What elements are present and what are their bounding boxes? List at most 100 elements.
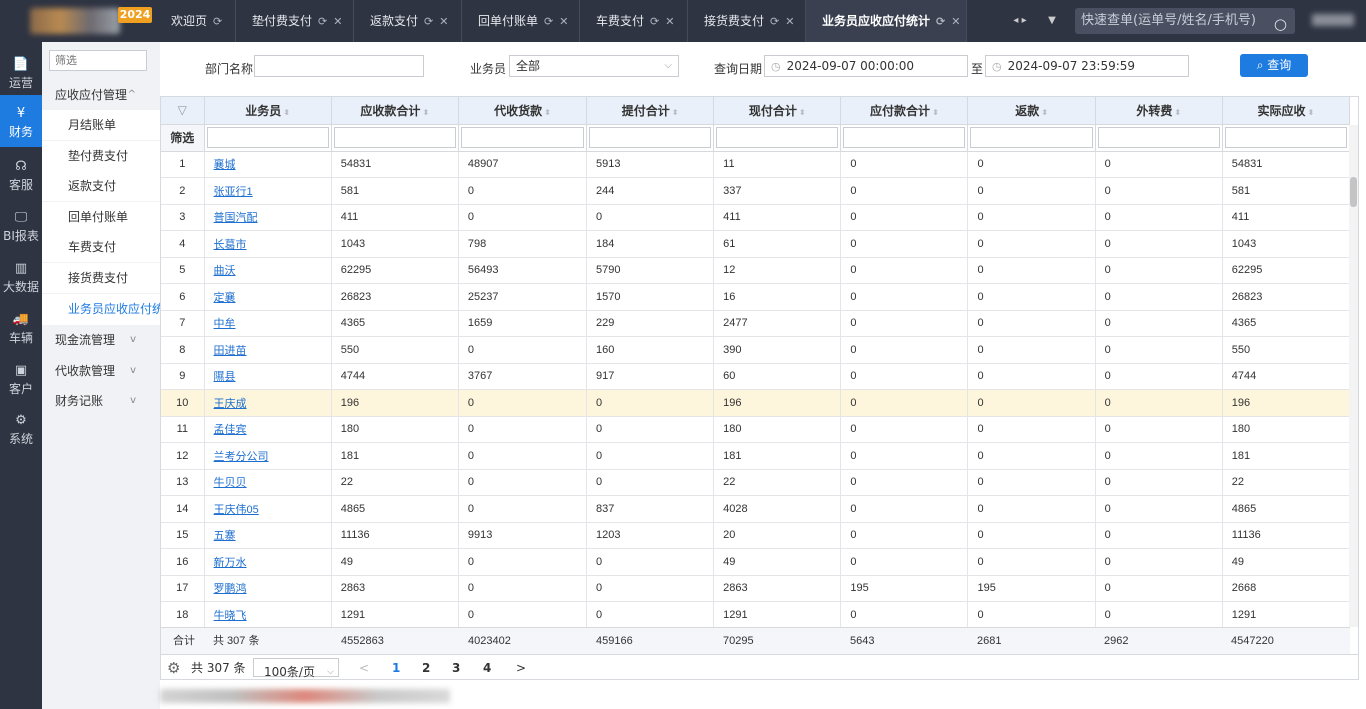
close-icon[interactable]: ✕ bbox=[665, 15, 674, 28]
sort-icon[interactable]: ⬍ bbox=[1174, 108, 1181, 117]
column-filter-input[interactable] bbox=[1224, 127, 1347, 148]
column-filter-input[interactable] bbox=[970, 127, 1093, 148]
page-size-select[interactable]: 100条/页 ⌵ bbox=[253, 658, 339, 679]
menu-item-pickup-fee[interactable]: 接货费支付 bbox=[42, 263, 160, 293]
staff-link[interactable]: 曲沃 bbox=[214, 265, 236, 277]
close-icon[interactable]: ✕ bbox=[951, 15, 960, 28]
refresh-icon[interactable]: ⟳ bbox=[650, 15, 659, 28]
menu-item-monthly-bill[interactable]: 月结账单 bbox=[42, 110, 160, 140]
nav-big-data[interactable]: ▥ 大数据 bbox=[0, 254, 42, 304]
pager-page-1[interactable]: 1 bbox=[392, 655, 400, 679]
nav-finance[interactable]: ¥ 财务 bbox=[0, 95, 42, 147]
sort-icon[interactable]: ⬍ bbox=[1308, 108, 1315, 117]
sort-icon[interactable]: ⬍ bbox=[672, 108, 679, 117]
col-header-cash-paid[interactable]: 现付合计 ⬍ bbox=[713, 97, 842, 125]
refresh-icon[interactable]: ⟳ bbox=[544, 15, 553, 28]
table-row[interactable]: 14 王庆伟05 4865 0 837 4028 0 0 0 4865 bbox=[161, 495, 1351, 523]
tab-staff-stats[interactable]: 业务员应收应付统计 ⟳ ✕ bbox=[806, 0, 967, 42]
staff-select[interactable]: 全部 ⌵ bbox=[509, 55, 679, 77]
staff-link[interactable]: 定襄 bbox=[214, 292, 236, 304]
table-row[interactable]: 8 田进苗 550 0 160 390 0 0 0 550 bbox=[161, 336, 1351, 364]
table-row[interactable]: 9 隰县 4744 3767 917 60 0 0 0 4744 bbox=[161, 363, 1351, 390]
tab-dropdown-icon[interactable]: ▼ bbox=[1040, 0, 1064, 42]
pager-next-button[interactable]: > bbox=[516, 655, 526, 679]
refresh-icon[interactable]: ⟳ bbox=[936, 15, 945, 28]
staff-link[interactable]: 罗鹏鸿 bbox=[214, 583, 247, 595]
table-row[interactable]: 13 牛贝贝 22 0 0 22 0 0 0 22 bbox=[161, 469, 1351, 496]
menu-item-rebate-payment[interactable]: 返款支付 bbox=[42, 171, 160, 201]
col-header-receivable-total[interactable]: 应收款合计 ⬍ bbox=[331, 97, 459, 125]
staff-link[interactable]: 隰县 bbox=[214, 371, 236, 383]
quick-search-input[interactable]: 快速查单(运单号/姓名/手机号) ○ bbox=[1075, 8, 1295, 34]
nav-operations[interactable]: 📄 运营 bbox=[0, 50, 42, 100]
tab-welcome[interactable]: 欢迎页 ⟳ bbox=[155, 0, 236, 42]
col-header-cod[interactable]: 代收货款 ⬍ bbox=[458, 97, 588, 125]
refresh-icon[interactable]: ⟳ bbox=[318, 15, 327, 28]
col-header-payable-total[interactable]: 应付款合计 ⬍ bbox=[840, 97, 969, 125]
column-filter-input[interactable] bbox=[333, 127, 456, 148]
menu-group-cod[interactable]: 代收款管理 v bbox=[42, 356, 160, 386]
col-header-staff[interactable]: 业务员 ⬍ bbox=[204, 97, 332, 125]
staff-link[interactable]: 新万水 bbox=[214, 557, 247, 569]
sort-icon[interactable]: ⬍ bbox=[932, 108, 939, 117]
menu-item-advance-payment[interactable]: 垫付费支付 bbox=[42, 141, 160, 171]
date-from-input[interactable]: ◷ 2024-09-07 00:00:00 bbox=[764, 55, 968, 77]
table-row[interactable]: 2 张亚行1 581 0 244 337 0 0 0 581 bbox=[161, 177, 1351, 205]
table-row[interactable]: 15 五寨 11136 9913 1203 20 0 0 0 11136 bbox=[161, 522, 1351, 549]
filter-toggle-icon[interactable]: ▽ bbox=[161, 97, 205, 125]
close-icon[interactable]: ✕ bbox=[559, 15, 568, 28]
table-row[interactable]: 7 中牟 4365 1659 229 2477 0 0 0 4365 bbox=[161, 310, 1351, 337]
tab-pickup-fee[interactable]: 接货费支付 ⟳ ✕ bbox=[688, 0, 806, 42]
staff-link[interactable]: 普国汽配 bbox=[214, 212, 258, 224]
column-filter-input[interactable] bbox=[716, 127, 839, 148]
staff-link[interactable]: 孟佳宾 bbox=[214, 424, 247, 436]
close-icon[interactable]: ✕ bbox=[439, 15, 448, 28]
tab-advance-payment[interactable]: 垫付费支付 ⟳ ✕ bbox=[236, 0, 354, 42]
staff-link[interactable]: 牛贝贝 bbox=[214, 477, 247, 489]
tab-scroll-arrows[interactable]: ◂ ▸ bbox=[1005, 0, 1035, 42]
staff-link[interactable]: 中牟 bbox=[214, 318, 236, 330]
table-row[interactable]: 6 定襄 26823 25237 1570 16 0 0 0 26823 bbox=[161, 283, 1351, 311]
table-row[interactable]: 10 王庆成 196 0 0 196 0 0 0 196 bbox=[161, 389, 1351, 417]
sort-icon[interactable]: ⬍ bbox=[1041, 108, 1048, 117]
column-filter-input[interactable] bbox=[206, 127, 329, 148]
col-header-actual-receivable[interactable]: 实际应收 ⬍ bbox=[1222, 97, 1351, 125]
search-icon[interactable]: ○ bbox=[1274, 11, 1287, 37]
refresh-icon[interactable]: ⟳ bbox=[213, 15, 222, 28]
dept-input[interactable] bbox=[254, 55, 424, 77]
nav-system[interactable]: ⚙ 系统 bbox=[0, 406, 42, 456]
staff-link[interactable]: 田进苗 bbox=[214, 345, 247, 357]
scrollbar-thumb[interactable] bbox=[1350, 177, 1357, 207]
table-row[interactable]: 17 罗鹏鸿 2863 0 0 2863 195 195 0 2668 bbox=[161, 575, 1351, 602]
staff-link[interactable]: 张亚行1 bbox=[214, 186, 253, 198]
menu-group-bookkeeping[interactable]: 财务记账 v bbox=[42, 386, 160, 416]
menu-item-freight-payment[interactable]: 车费支付 bbox=[42, 232, 160, 262]
query-button[interactable]: ⌕ 查询 bbox=[1240, 54, 1308, 77]
column-filter-input[interactable] bbox=[1097, 127, 1220, 148]
tab-rebate-payment[interactable]: 返款支付 ⟳ ✕ bbox=[354, 0, 462, 42]
close-icon[interactable]: ✕ bbox=[785, 15, 794, 28]
staff-link[interactable]: 王庆伟05 bbox=[214, 504, 259, 516]
sort-icon[interactable]: ⬍ bbox=[544, 108, 551, 117]
column-filter-input[interactable] bbox=[843, 127, 966, 148]
staff-link[interactable]: 长葛市 bbox=[214, 239, 247, 251]
col-header-rebate[interactable]: 返款 ⬍ bbox=[967, 97, 1096, 125]
staff-link[interactable]: 襄城 bbox=[214, 159, 236, 171]
table-row[interactable]: 3 普国汽配 411 0 0 411 0 0 0 411 bbox=[161, 204, 1351, 231]
refresh-icon[interactable]: ⟳ bbox=[770, 15, 779, 28]
col-header-transfer-fee[interactable]: 外转费 ⬍ bbox=[1095, 97, 1223, 125]
menu-filter-input[interactable] bbox=[49, 50, 147, 71]
column-filter-input[interactable] bbox=[460, 127, 585, 148]
nav-customer[interactable]: ▣ 客户 bbox=[0, 356, 42, 406]
table-row[interactable]: 11 孟佳宾 180 0 0 180 0 0 0 180 bbox=[161, 416, 1351, 443]
pager-page-3[interactable]: 3 bbox=[452, 655, 460, 679]
pager-page-2[interactable]: 2 bbox=[422, 655, 430, 679]
refresh-icon[interactable]: ⟳ bbox=[424, 15, 433, 28]
staff-link[interactable]: 兰考分公司 bbox=[214, 451, 269, 463]
vertical-scrollbar[interactable] bbox=[1349, 125, 1358, 627]
staff-link[interactable]: 五寨 bbox=[214, 530, 236, 542]
staff-link[interactable]: 牛晓飞 bbox=[214, 610, 247, 622]
menu-item-staff-stats[interactable]: 业务员应收应付统计 bbox=[42, 294, 160, 325]
col-header-pay-on-delivery[interactable]: 提付合计 ⬍ bbox=[586, 97, 715, 125]
menu-group-ar-ap[interactable]: 应收应付管理 ^ bbox=[42, 80, 160, 110]
